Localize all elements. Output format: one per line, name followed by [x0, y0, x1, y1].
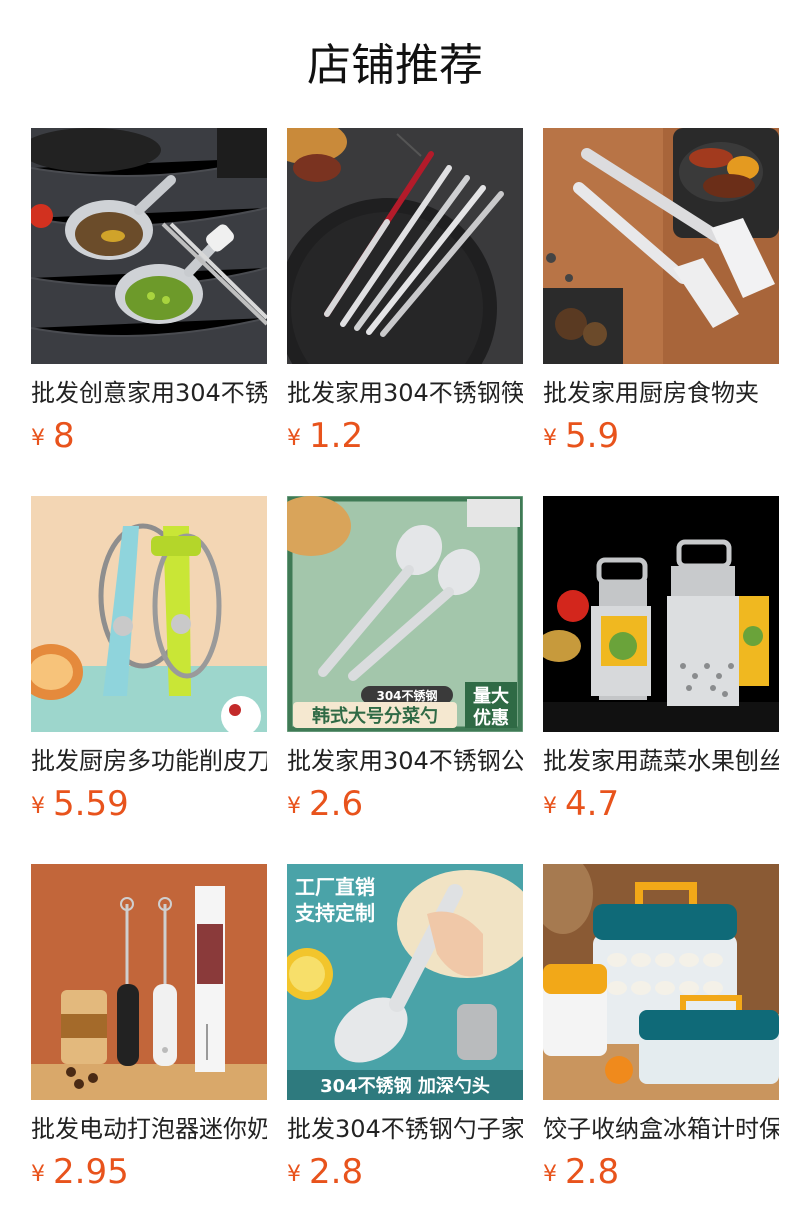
- product-price: ¥2.8: [287, 1150, 363, 1194]
- page-title: 店铺推荐: [307, 40, 483, 91]
- product-card[interactable]: 批发家用厨房食物夹 ¥5.9: [543, 128, 779, 458]
- product-name[interactable]: 批发304不锈钢勺子家用: [287, 1112, 523, 1146]
- price-value: 5.9: [565, 416, 620, 456]
- badge-discount: 优惠: [473, 707, 509, 729]
- product-name[interactable]: 批发厨房多功能削皮刀: [31, 744, 267, 778]
- peeler-tool-photo: [31, 496, 267, 732]
- product-image[interactable]: [543, 496, 779, 732]
- currency-symbol: ¥: [287, 794, 301, 819]
- product-card[interactable]: 批发厨房多功能削皮刀 ¥5.59: [31, 496, 267, 826]
- price-value: 2.95: [53, 1152, 129, 1192]
- product-card[interactable]: 批发创意家用304不锈钢调味碟 ¥8: [31, 128, 267, 458]
- product-price: ¥1.2: [287, 414, 363, 458]
- currency-symbol: ¥: [287, 426, 301, 451]
- product-price: ¥2.6: [287, 782, 363, 826]
- price-value: 2.8: [565, 1152, 620, 1192]
- badge-direct-sale: 工厂直销: [295, 875, 375, 899]
- product-price: ¥2.8: [543, 1150, 619, 1194]
- milk-frother-photo: [31, 864, 267, 1100]
- product-image[interactable]: 工厂直销 支持定制 304不锈钢 加深勺头: [287, 864, 523, 1100]
- currency-symbol: ¥: [543, 426, 557, 451]
- badge-material-depth: 304不锈钢 加深勺头: [320, 1075, 490, 1097]
- product-name[interactable]: 批发家用厨房食物夹: [543, 376, 779, 410]
- product-image[interactable]: [31, 864, 267, 1100]
- currency-symbol: ¥: [287, 1162, 301, 1187]
- product-image[interactable]: [31, 496, 267, 732]
- food-tongs-photo: [543, 128, 779, 364]
- price-value: 1.2: [309, 416, 364, 456]
- currency-symbol: ¥: [543, 1162, 557, 1187]
- product-name[interactable]: 批发家用蔬菜水果刨丝器: [543, 744, 779, 778]
- dumpling-box-photo: [543, 864, 779, 1100]
- product-card[interactable]: 304不锈钢 韩式大号分菜勺 量大 优惠 批发家用304不锈钢公勺 ¥2.6: [287, 496, 523, 826]
- product-image[interactable]: 304不锈钢 韩式大号分菜勺 量大 优惠: [287, 496, 523, 732]
- chopsticks-photo: [287, 128, 523, 364]
- product-image[interactable]: [31, 128, 267, 364]
- price-value: 8: [53, 416, 75, 456]
- badge-title: 韩式大号分菜勺: [312, 705, 438, 727]
- product-card[interactable]: 批发家用蔬菜水果刨丝器 ¥4.7: [543, 496, 779, 826]
- product-image[interactable]: [543, 864, 779, 1100]
- product-name[interactable]: 批发电动打泡器迷你奶泡器: [31, 1112, 267, 1146]
- product-name[interactable]: 批发家用304不锈钢筷子: [287, 376, 523, 410]
- product-image[interactable]: [543, 128, 779, 364]
- serving-spoon-photo: 304不锈钢 韩式大号分菜勺 量大 优惠: [287, 496, 523, 732]
- product-price: ¥2.95: [31, 1150, 129, 1194]
- product-card[interactable]: 饺子收纳盒冰箱计时保鲜盒 ¥2.8: [543, 864, 779, 1194]
- currency-symbol: ¥: [543, 794, 557, 819]
- currency-symbol: ¥: [31, 794, 45, 819]
- currency-symbol: ¥: [31, 1162, 45, 1187]
- product-name[interactable]: 饺子收纳盒冰箱计时保鲜盒: [543, 1112, 779, 1146]
- product-price: ¥4.7: [543, 782, 619, 826]
- product-name[interactable]: 批发家用304不锈钢公勺: [287, 744, 523, 778]
- currency-symbol: ¥: [31, 426, 45, 451]
- product-card[interactable]: 批发家用304不锈钢筷子 ¥1.2: [287, 128, 523, 458]
- badge-quantity: 量大: [473, 685, 509, 707]
- product-name[interactable]: 批发创意家用304不锈钢调味碟: [31, 376, 267, 410]
- grater-photo: [543, 496, 779, 732]
- product-card[interactable]: 工厂直销 支持定制 304不锈钢 加深勺头 批发304不锈钢勺子家用 ¥2.8: [287, 864, 523, 1194]
- steel-spoon-photo: 工厂直销 支持定制 304不锈钢 加深勺头: [287, 864, 523, 1100]
- product-price: ¥5.59: [31, 782, 129, 826]
- product-image[interactable]: [287, 128, 523, 364]
- product-price: ¥8: [31, 414, 75, 458]
- price-value: 4.7: [565, 784, 620, 824]
- badge-material: 304不锈钢: [376, 688, 437, 703]
- badge-custom: 支持定制: [295, 901, 375, 925]
- seasoning-dish-photo: [31, 128, 267, 364]
- product-price: ¥5.9: [543, 414, 619, 458]
- price-value: 2.6: [309, 784, 364, 824]
- price-value: 5.59: [53, 784, 129, 824]
- product-card[interactable]: 批发电动打泡器迷你奶泡器 ¥2.95: [31, 864, 267, 1194]
- price-value: 2.8: [309, 1152, 364, 1192]
